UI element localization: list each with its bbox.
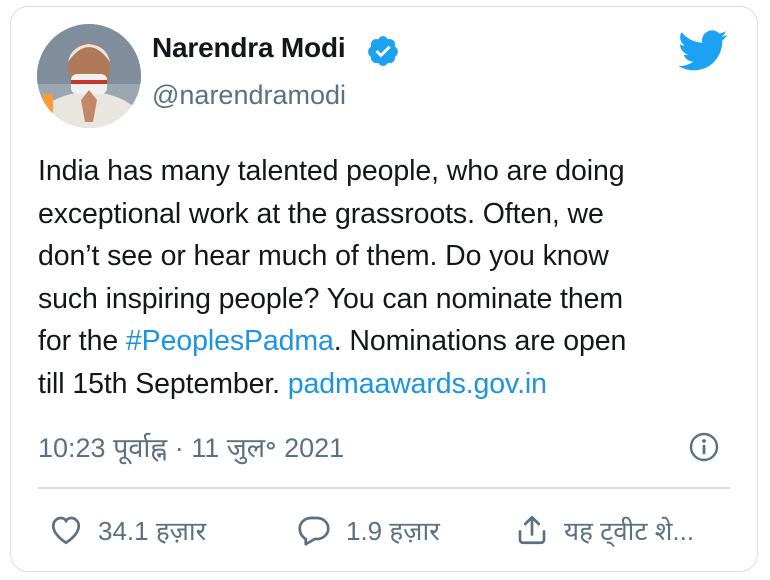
tweet-text-segment: . Nominations are open: [333, 325, 627, 357]
share-label: यह ट्वीट शे...: [564, 516, 695, 546]
tweet-text-segment: India has many talented people, who are …: [38, 155, 625, 187]
tweet-text-segment: exceptional work at the grassroots. Ofte…: [38, 197, 604, 230]
avatar[interactable]: [37, 24, 141, 128]
author-handle[interactable]: @narendramodi: [152, 80, 346, 111]
author-name[interactable]: Narendra Modi: [152, 32, 346, 64]
tweet-text-segment: for the: [38, 325, 126, 357]
reply-button[interactable]: 1.9 हज़ार: [296, 512, 440, 548]
tweet-text-line: don’t see or hear much of them. Do you k…: [38, 235, 728, 278]
tweet-timestamp[interactable]: 10:23 पूर्वाह्न · 11 जुल॰ 2021: [38, 428, 344, 465]
like-button[interactable]: 34.1 हज़ार: [48, 512, 206, 548]
tweet-text-line: India has many talented people, who are …: [38, 150, 728, 193]
divider: [38, 487, 730, 489]
tweet-text-line: for the #PeoplesPadma. Nominations are o…: [38, 320, 728, 363]
share-icon: [518, 515, 546, 545]
url-link[interactable]: padmaawards.gov.in: [288, 368, 547, 400]
twitter-bird-icon[interactable]: [678, 30, 728, 72]
heart-icon: [51, 516, 81, 545]
share-button[interactable]: यह ट्वीट शे...: [514, 512, 694, 548]
tweet-text: India has many talented people, who are …: [38, 150, 728, 405]
reply-count: 1.9 हज़ार: [346, 516, 440, 546]
tweet-text-segment: don’t see or hear much of them. Do you k…: [38, 240, 609, 272]
tweet-text-segment: such inspiring people? You can nominate …: [38, 282, 624, 315]
tweet-text-line: such inspiring people? You can nominate …: [38, 278, 728, 321]
tweet-text-segment: till 15th September.: [38, 367, 288, 400]
info-icon[interactable]: [688, 431, 720, 463]
hashtag-link[interactable]: #PeoplesPadma: [126, 325, 334, 357]
reply-bubble-icon: [298, 516, 330, 546]
like-count: 34.1 हज़ार: [98, 516, 207, 546]
verified-badge-icon: [368, 36, 398, 66]
tweet-text-line: till 15th September. padmaawards.gov.in: [38, 363, 728, 406]
tweet-text-line: exceptional work at the grassroots. Ofte…: [38, 193, 728, 236]
